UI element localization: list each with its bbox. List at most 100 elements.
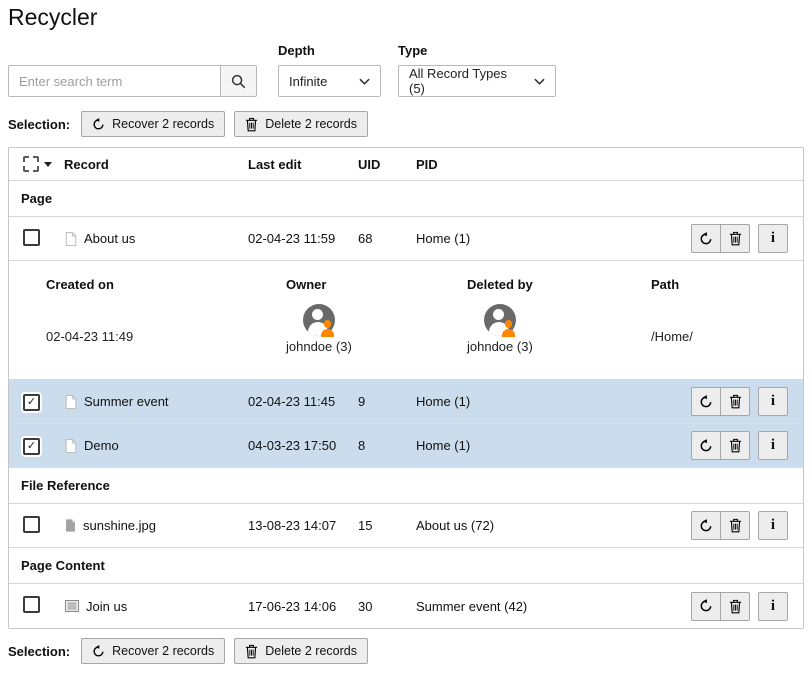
record-type-icon — [64, 438, 78, 454]
detail-created-on: Created on 02-04-23 11:49 — [46, 277, 286, 365]
search-icon — [231, 74, 246, 89]
table-row[interactable]: ✓ Demo 04-03-23 17:50 8 Home (1) — [9, 424, 803, 468]
recover-icon — [92, 645, 105, 658]
record-type-icon — [64, 598, 80, 614]
trash-icon — [245, 644, 258, 659]
row-checkbox[interactable]: ✓ — [23, 394, 40, 411]
recover-record-button[interactable] — [691, 387, 721, 416]
record-last-edit: 02-04-23 11:45 — [248, 394, 358, 409]
recover-record-button[interactable] — [691, 431, 721, 460]
depth-select-value: Infinite — [289, 74, 327, 89]
row-checkbox[interactable]: ✓ — [23, 229, 40, 246]
row-checkbox[interactable]: ✓ — [23, 596, 40, 613]
record-info-button[interactable]: i — [758, 387, 788, 416]
caret-down-icon — [44, 162, 52, 167]
recover-record-button[interactable] — [691, 592, 721, 621]
filter-bar: Depth Type Infinite All Record Types (5) — [8, 43, 804, 97]
select-all-dropdown[interactable] — [23, 156, 64, 172]
row-actions: i — [660, 387, 788, 416]
detail-owner-value: johndoe (3) — [286, 339, 352, 354]
row-actions: i — [660, 592, 788, 621]
search-group — [8, 65, 257, 97]
detail-deleted-by-value: johndoe (3) — [467, 339, 533, 354]
record-info-button[interactable]: i — [758, 592, 788, 621]
recover-record-button[interactable] — [691, 511, 721, 540]
recover-record-button[interactable] — [691, 224, 721, 253]
detail-deleted-by: Deleted by johndoe (3) — [467, 277, 651, 365]
row-actions: i — [660, 224, 788, 253]
delete-record-button[interactable] — [720, 387, 750, 416]
selection-label: Selection: — [8, 117, 70, 132]
delete-selection-button[interactable]: Delete 2 records — [234, 111, 368, 137]
selection-bar-bottom: Selection: Recover 2 records Delete 2 re… — [8, 638, 804, 664]
recover-icon — [699, 519, 713, 533]
row-checkbox[interactable]: ✓ — [23, 438, 40, 455]
search-input[interactable] — [8, 65, 221, 97]
owner-avatar — [303, 304, 335, 336]
table-header-row: Record Last edit UID PID — [9, 148, 803, 181]
depth-label: Depth — [278, 43, 315, 58]
record-pid: Home (1) — [416, 394, 660, 409]
group-label: Page Content — [21, 558, 105, 573]
record-uid: 9 — [358, 394, 416, 409]
chevron-down-icon — [534, 78, 545, 85]
detail-owner-label: Owner — [286, 277, 467, 292]
record-detail-row: Created on 02-04-23 11:49 Owner johndoe … — [9, 261, 803, 380]
record-title: About us — [84, 231, 135, 246]
recover-selection-button[interactable]: Recover 2 records — [81, 111, 225, 137]
selection-label: Selection: — [8, 644, 70, 659]
record-type-icon — [64, 231, 78, 247]
row-checkbox-cell: ✓ — [23, 393, 64, 411]
record-pid: Summer event (42) — [416, 599, 660, 614]
record-type-icon — [64, 518, 77, 533]
record-pid: About us (72) — [416, 518, 660, 533]
select-all-checkbox[interactable] — [23, 156, 39, 172]
trash-icon — [729, 438, 742, 453]
user-overlay-icon — [320, 320, 335, 337]
recover-icon — [92, 118, 105, 131]
record-uid: 68 — [358, 231, 416, 246]
depth-select[interactable]: Infinite — [278, 65, 381, 97]
detail-created-on-label: Created on — [46, 277, 286, 292]
detail-path-value: /Home/ — [651, 329, 788, 344]
recover-selection-button[interactable]: Recover 2 records — [81, 638, 225, 664]
group-header-row: Page — [9, 181, 803, 217]
column-header-record: Record — [64, 157, 248, 172]
recover-icon — [699, 599, 713, 613]
record-info-button[interactable]: i — [758, 431, 788, 460]
column-header-last-edit: Last edit — [248, 157, 358, 172]
table-row[interactable]: ✓ Summer event 02-04-23 11:45 9 Home (1) — [9, 380, 803, 424]
delete-record-button[interactable] — [720, 224, 750, 253]
search-button[interactable] — [220, 65, 257, 97]
row-checkbox[interactable]: ✓ — [23, 516, 40, 533]
selection-bar-top: Selection: Recover 2 records Delete 2 re… — [8, 111, 804, 137]
record-type-icon — [64, 394, 78, 410]
record-pid: Home (1) — [416, 231, 660, 246]
record-info-button[interactable]: i — [758, 511, 788, 540]
record-title: Summer event — [84, 394, 169, 409]
trash-icon — [245, 117, 258, 132]
delete-selection-button[interactable]: Delete 2 records — [234, 638, 368, 664]
record-last-edit: 17-06-23 14:06 — [248, 599, 358, 614]
column-header-uid: UID — [358, 157, 416, 172]
recover-selection-label: Recover 2 records — [112, 644, 214, 658]
delete-record-button[interactable] — [720, 592, 750, 621]
table-row[interactable]: ✓ About us 02-04-23 11:59 68 Home (1) — [9, 217, 803, 261]
detail-created-on-value: 02-04-23 11:49 — [46, 329, 286, 344]
type-label: Type — [398, 43, 427, 58]
trash-icon — [729, 394, 742, 409]
group-header-row: File Reference — [9, 468, 803, 504]
record-info-button[interactable]: i — [758, 224, 788, 253]
row-actions: i — [660, 431, 788, 460]
record-uid: 15 — [358, 518, 416, 533]
table-row[interactable]: ✓ sunshine.jpg 13-08-23 14:07 15 About u… — [9, 504, 803, 548]
checkmark-icon: ✓ — [27, 397, 36, 408]
deleted-by-avatar — [484, 304, 516, 336]
type-select[interactable]: All Record Types (5) — [398, 65, 556, 97]
delete-record-button[interactable] — [720, 431, 750, 460]
delete-record-button[interactable] — [720, 511, 750, 540]
trash-icon — [729, 231, 742, 246]
record-last-edit: 13-08-23 14:07 — [248, 518, 358, 533]
table-row[interactable]: ✓ Join us 17-06-23 14:06 30 Summer event… — [9, 584, 803, 628]
chevron-down-icon — [359, 78, 370, 85]
